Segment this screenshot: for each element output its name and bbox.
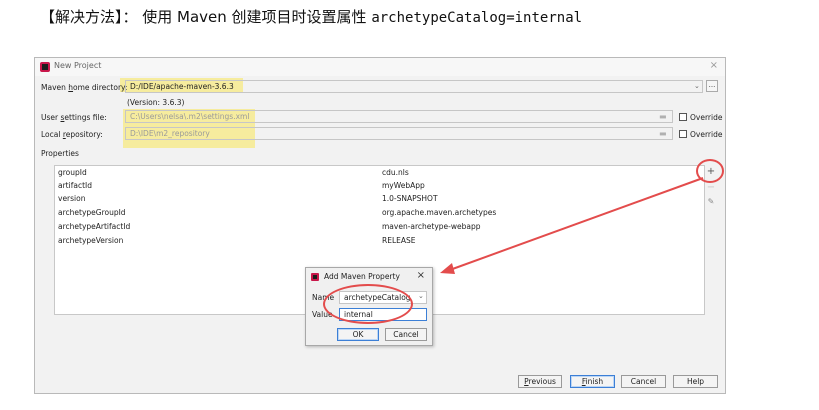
previous-button[interactable]: Previous	[518, 375, 562, 388]
local-repo-label: Local repository:	[41, 130, 103, 139]
override-repo-checkbox[interactable]	[679, 130, 687, 138]
remove-property-icon[interactable]: −	[705, 182, 717, 193]
window-titlebar: New Project ×	[35, 58, 725, 76]
help-button[interactable]: Help	[673, 375, 718, 388]
user-settings-label: User settings file:	[41, 113, 107, 122]
heading-code: archetypeCatalog=internal	[371, 10, 583, 26]
override-repo-label: Override	[690, 130, 723, 139]
window-title: New Project	[54, 61, 102, 70]
local-repo-field[interactable]: D:\IDE\m2_repository	[125, 127, 673, 140]
table-row[interactable]: archetypeArtifactId maven-archetype-webap…	[55, 220, 704, 233]
browse-maven-home-button[interactable]: ...	[706, 80, 718, 92]
folder-icon[interactable]: ▬	[659, 129, 667, 138]
maven-home-label: Maven home directory:	[41, 83, 128, 92]
table-row[interactable]: version 1.0-SNAPSHOT	[55, 192, 704, 205]
window-close-icon[interactable]: ×	[710, 60, 718, 71]
maven-version-label: (Version: 3.6.3)	[127, 98, 185, 107]
override-settings-checkbox[interactable]	[679, 113, 687, 121]
dialog-close-icon[interactable]: ×	[417, 270, 425, 281]
user-settings-field[interactable]: C:\Users\nelsa\.m2\settings.xml	[125, 110, 673, 123]
cancel-button[interactable]: Cancel	[621, 375, 666, 388]
table-row[interactable]: artifactId myWebApp	[55, 179, 704, 192]
annotation-ellipse-dialog	[323, 284, 413, 324]
dialog-ok-button[interactable]: OK	[337, 328, 379, 341]
override-settings-label: Override	[690, 113, 723, 122]
dialog-cancel-button[interactable]: Cancel	[385, 328, 427, 341]
maven-home-field[interactable]: D:/IDE/apache-maven-3.6.3	[125, 80, 703, 93]
folder-icon[interactable]: ▬	[659, 112, 667, 121]
table-row[interactable]: archetypeGroupId org.apache.maven.archety…	[55, 206, 704, 219]
chevron-down-icon[interactable]: ⌄	[418, 292, 424, 300]
finish-button[interactable]: Finish	[570, 375, 615, 388]
annotation-ellipse-add	[696, 159, 724, 183]
page-heading: 【解决方法】： 使用 Maven 创建项目时设置属性 archetypeCata…	[40, 6, 582, 27]
heading-text: 【解决方法】： 使用 Maven 创建项目时设置属性	[40, 8, 372, 26]
table-row[interactable]: archetypeVersion RELEASE	[55, 234, 704, 247]
intellij-icon	[40, 62, 50, 72]
properties-label: Properties	[41, 149, 79, 158]
intellij-icon	[311, 273, 319, 281]
chevron-down-icon[interactable]: ⌄	[694, 82, 700, 90]
table-row[interactable]: groupId cdu.nls	[55, 166, 704, 179]
dialog-title: Add Maven Property	[324, 272, 400, 281]
edit-property-icon[interactable]: ✎	[705, 197, 717, 206]
